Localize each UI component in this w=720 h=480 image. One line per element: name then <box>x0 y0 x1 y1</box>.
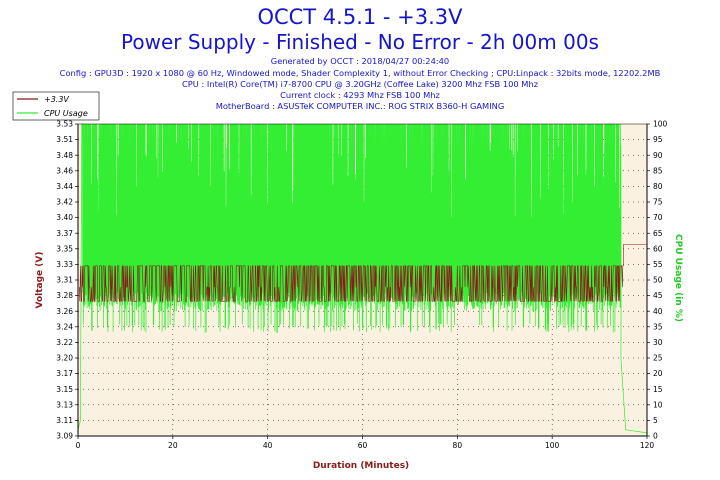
voltage-cpu-chart: 3.09 3.11 3.13 3.15 3.17 3.20 3.22 3.24 3.26 3.28… <box>12 91 683 471</box>
y-right-tick-label: 95 <box>653 135 663 144</box>
x-tick-label: 40 <box>263 441 273 450</box>
x-tick-label: 20 <box>168 441 178 450</box>
y-left-tick-label: 3.17 <box>56 369 73 378</box>
y-left-tick-label: 3.35 <box>56 244 73 253</box>
y-left-tick-label: 3.42 <box>56 198 73 207</box>
y-left-tick-label: 3.51 <box>56 135 73 144</box>
x-tick-label: 60 <box>358 441 368 450</box>
y-left-tick-label: 3.33 <box>56 260 73 269</box>
y-right-tick-label: 10 <box>653 400 663 409</box>
x-tick-label: 120 <box>640 441 655 450</box>
y-right-tick-label: 90 <box>653 151 663 160</box>
y-left-tick-label: 3.09 <box>56 432 73 441</box>
y-right-tick-label: 70 <box>653 213 663 222</box>
y-right-tick-label: 85 <box>653 166 663 175</box>
y-right-tick-label: 55 <box>653 260 663 269</box>
y-right-tick-label: 80 <box>653 182 663 191</box>
x-tick-label: 0 <box>76 441 81 450</box>
y-left-tick-label: 3.53 <box>56 120 73 129</box>
y-right-tick-label: 25 <box>653 354 663 363</box>
y-right-tick-label: 60 <box>653 244 663 253</box>
y-left-tick-label: 3.48 <box>56 151 73 160</box>
y-left-tick-label: 3.13 <box>56 400 73 409</box>
y-right-tick-label: 65 <box>653 229 663 238</box>
y-left-tick-label: 3.40 <box>56 213 73 222</box>
y-right-tick-label: 40 <box>653 307 663 316</box>
y-left-tick-label: 3.28 <box>56 291 73 300</box>
y-left-tick-label: 3.31 <box>56 276 73 285</box>
legend-label-cpu: CPU Usage <box>44 109 88 118</box>
y-left-tick-label: 3.20 <box>56 354 73 363</box>
x-tick-label: 80 <box>453 441 463 450</box>
x-axis-label: Duration (Minutes) <box>313 461 409 471</box>
y-right-tick-label: 15 <box>653 385 663 394</box>
y-right-tick-label: 0 <box>653 432 658 441</box>
y-left-tick-label: 3.44 <box>56 182 73 191</box>
y-axis-right-label: CPU Usage (in %) <box>673 234 683 322</box>
y-axis-left-label: Voltage (V) <box>35 252 45 309</box>
y-left-tick-label: 3.24 <box>56 322 73 331</box>
y-right-tick-label: 100 <box>653 120 668 129</box>
y-right-tick-label: 20 <box>653 369 663 378</box>
y-right-tick-label: 30 <box>653 338 663 347</box>
y-right-tick-label: 5 <box>653 416 658 425</box>
legend: +3.3V CPU Usage <box>12 91 100 121</box>
y-right-tick-label: 35 <box>653 322 663 331</box>
y-left-tick-label: 3.37 <box>56 229 73 238</box>
y-right-tick-label: 45 <box>653 291 663 300</box>
y-left-tick-label: 3.46 <box>56 166 73 175</box>
legend-label-voltage: +3.3V <box>44 95 69 104</box>
y-right-tick-label: 75 <box>653 198 663 207</box>
x-tick-label: 100 <box>545 441 560 450</box>
y-right-tick-label: 50 <box>653 276 663 285</box>
y-left-tick-label: 3.22 <box>56 338 73 347</box>
y-left-tick-label: 3.11 <box>56 416 73 425</box>
y-left-tick-label: 3.26 <box>56 307 73 316</box>
y-left-tick-label: 3.15 <box>56 385 73 394</box>
